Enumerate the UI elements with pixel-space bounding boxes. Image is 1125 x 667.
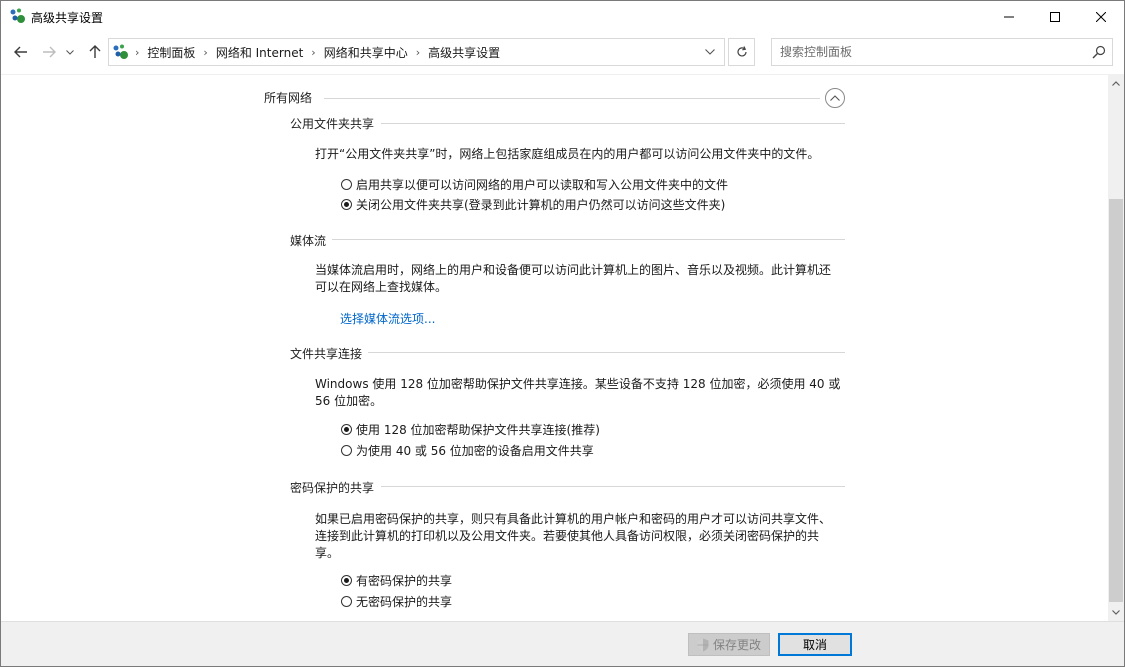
button-bar: 保存更改 取消 (1, 621, 1124, 666)
control-panel-window: 高级共享设置 › 控制面板 › 网络和 Internet › 网络和共享中心 ›… (0, 0, 1125, 667)
navigation-bar: › 控制面板 › 网络和 Internet › 网络和共享中心 › 高级共享设置 (1, 32, 1124, 72)
password-protected-on-option[interactable]: 有密码保护的共享 (341, 571, 452, 589)
radio-button-selected[interactable] (341, 198, 352, 210)
cancel-button[interactable]: 取消 (778, 633, 852, 656)
file-sharing-description-line1: Windows 使用 128 位加密帮助保护文件共享连接。某些设备不支持 128… (315, 377, 841, 391)
cancel-label: 取消 (802, 638, 827, 652)
media-streaming-header: 媒体流 (290, 234, 327, 248)
maximize-icon (1050, 11, 1060, 22)
network-icon (10, 8, 25, 23)
search-input[interactable] (780, 42, 1080, 62)
refresh-icon (736, 46, 747, 57)
search-box[interactable] (771, 38, 1113, 66)
network-icon (113, 44, 128, 59)
back-button[interactable] (10, 42, 32, 62)
address-dropdown-button[interactable] (696, 39, 724, 65)
forward-arrow-icon (43, 46, 56, 58)
radio-button[interactable] (341, 178, 352, 190)
public-folder-enable-option[interactable]: 启用共享以便可以访问网络的用户可以读取和写入公用文件夹中的文件 (341, 175, 728, 193)
file-sharing-connections-header: 文件共享连接 (290, 347, 363, 361)
breadcrumb-separator[interactable]: › (203, 46, 207, 59)
section-divider (381, 123, 845, 124)
title-bar: 高级共享设置 (1, 1, 1124, 32)
scroll-thumb[interactable] (1109, 199, 1123, 602)
address-bar[interactable]: › 控制面板 › 网络和 Internet › 网络和共享中心 › 高级共享设置 (108, 38, 725, 66)
breadcrumb-network-internet[interactable]: 网络和 Internet (216, 44, 303, 61)
forward-button[interactable] (38, 42, 60, 62)
password-protected-sharing-header: 密码保护的共享 (290, 481, 375, 495)
chevron-up-icon (830, 95, 840, 101)
up-button[interactable] (84, 42, 106, 62)
radio-button-selected[interactable] (341, 574, 352, 586)
radio-label[interactable]: 启用共享以便可以访问网络的用户可以读取和写入公用文件夹中的文件 (356, 176, 728, 193)
breadcrumb-separator[interactable]: › (311, 46, 315, 59)
password-sharing-description-line1: 如果已启用密码保护的共享，则只有具备此计算机的用户帐户和密码的用户才可以访问共享… (315, 512, 832, 526)
maximize-button[interactable] (1032, 1, 1078, 32)
public-folder-sharing-header: 公用文件夹共享 (290, 117, 375, 131)
media-streaming-description-line1: 当媒体流启用时，网络上的用户和设备便可以访问此计算机上的图片、音乐以及视频。此计… (315, 263, 832, 277)
radio-label[interactable]: 为使用 40 或 56 位加密的设备启用文件共享 (356, 442, 594, 459)
breadcrumb-separator[interactable]: › (416, 46, 420, 59)
minimize-button[interactable] (986, 1, 1032, 32)
close-icon (1096, 11, 1106, 22)
radio-button-selected[interactable] (341, 423, 352, 435)
scroll-down-button[interactable] (1108, 604, 1124, 621)
breadcrumb-separator[interactable]: › (135, 46, 139, 59)
section-divider (324, 98, 820, 99)
section-divider (332, 239, 845, 240)
vertical-scrollbar[interactable] (1108, 75, 1124, 621)
save-changes-button[interactable]: 保存更改 (688, 633, 770, 656)
password-sharing-description-line2: 连接到此计算机的打印机以及公用文件夹。若要使其他人具备访问权限，必须关闭密码保护… (315, 529, 820, 543)
up-arrow-icon (89, 45, 101, 58)
radio-label[interactable]: 无密码保护的共享 (356, 593, 452, 610)
public-folder-disable-option[interactable]: 关闭公用文件夹共享(登录到此计算机的用户仍然可以访问这些文件夹) (341, 195, 725, 213)
encryption-40-56-option[interactable]: 为使用 40 或 56 位加密的设备启用文件共享 (341, 441, 594, 459)
all-networks-header[interactable]: 所有网络 (264, 89, 312, 106)
scroll-up-button[interactable] (1108, 75, 1124, 92)
back-arrow-icon (14, 46, 27, 58)
file-sharing-description-line2: 56 位加密。 (315, 394, 383, 408)
media-streaming-options-link[interactable]: 选择媒体流选项... (340, 310, 435, 327)
password-sharing-description-line3: 享。 (315, 546, 340, 560)
section-divider (368, 352, 845, 353)
collapse-all-networks-button[interactable] (825, 88, 845, 108)
section-divider (381, 486, 845, 487)
media-streaming-description-line2: 可以在网络上查找媒体。 (315, 280, 448, 294)
radio-button[interactable] (341, 595, 352, 607)
scroll-up-arrow-icon (1112, 81, 1120, 86)
breadcrumb-advanced-sharing[interactable]: 高级共享设置 (428, 44, 500, 61)
chevron-down-icon (66, 49, 74, 55)
search-icon[interactable] (1092, 45, 1106, 59)
close-button[interactable] (1078, 1, 1124, 32)
refresh-button[interactable] (728, 38, 755, 66)
recent-locations-button[interactable] (63, 42, 77, 62)
radio-button[interactable] (341, 444, 352, 456)
radio-label[interactable]: 有密码保护的共享 (356, 572, 452, 589)
encryption-128-option[interactable]: 使用 128 位加密帮助保护文件共享连接(推荐) (341, 420, 600, 438)
breadcrumb-control-panel[interactable]: 控制面板 (147, 44, 195, 61)
window-title: 高级共享设置 (31, 11, 104, 25)
radio-label[interactable]: 关闭公用文件夹共享(登录到此计算机的用户仍然可以访问这些文件夹) (356, 196, 725, 213)
uac-shield-icon (697, 638, 709, 651)
breadcrumb-network-sharing-center[interactable]: 网络和共享中心 (324, 44, 408, 61)
public-folder-description: 打开“公用文件夹共享”时，网络上包括家庭组成员在内的用户都可以访问公用文件夹中的… (315, 147, 820, 161)
radio-label[interactable]: 使用 128 位加密帮助保护文件共享连接(推荐) (356, 421, 600, 438)
scroll-down-arrow-icon (1112, 610, 1120, 615)
password-protected-off-option[interactable]: 无密码保护的共享 (341, 592, 452, 610)
settings-content: 所有网络 公用文件夹共享 打开“公用文件夹共享”时，网络上包括家庭组成员在内的用… (1, 75, 1108, 621)
breadcrumb: › 控制面板 › 网络和 Internet › 网络和共享中心 › 高级共享设置 (113, 39, 500, 65)
minimize-icon (1004, 16, 1014, 17)
chevron-down-icon (705, 49, 715, 55)
save-changes-label: 保存更改 (712, 638, 761, 652)
